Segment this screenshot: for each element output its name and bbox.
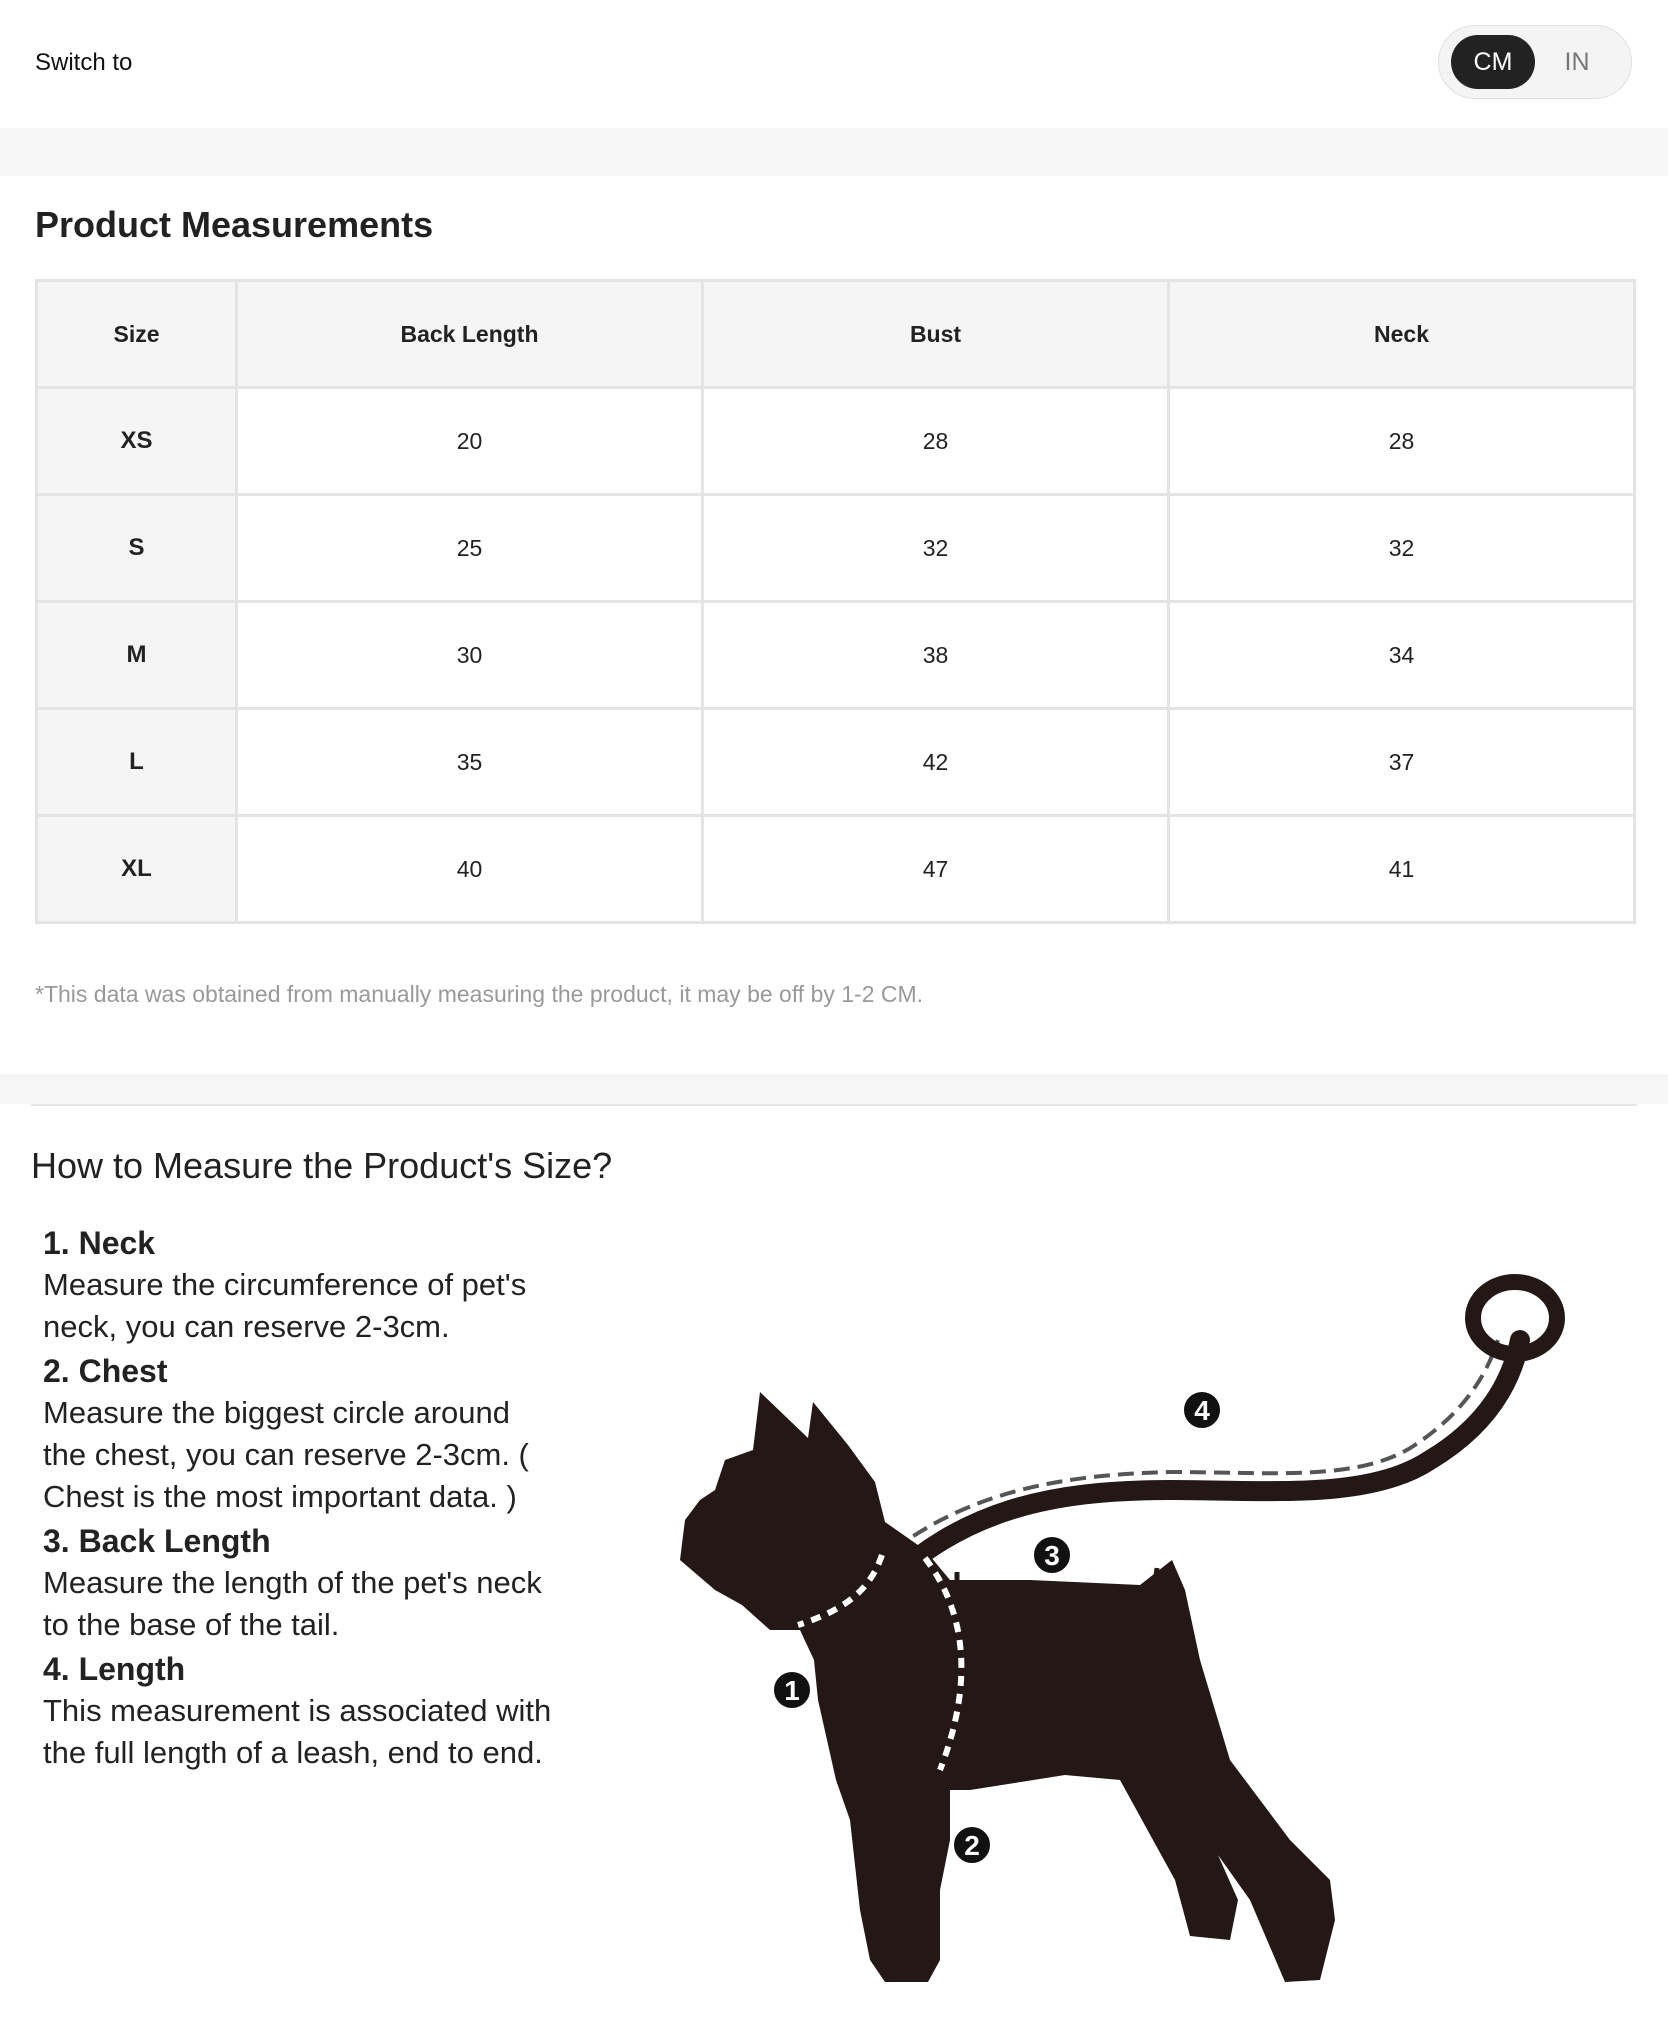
table-row: S 25 32 32 (35, 493, 1636, 603)
column-header-back-length: Back Length (235, 279, 704, 389)
step-line: Measure the circumference of pet's (43, 1267, 527, 1302)
step-line: the chest, you can reserve 2-3cm. ( (43, 1437, 529, 1472)
step-line: Measure the length of the pet's neck (43, 1565, 542, 1600)
switch-label: Switch to (35, 49, 133, 76)
marker-length-icon: 4 (1182, 1390, 1222, 1430)
measurements-table: Size Back Length Bust Neck XS 20 28 28 S… (35, 279, 1636, 924)
size-cell: XL (35, 814, 238, 924)
step-heading: 3. Back Length (43, 1523, 271, 1559)
table-row: L 35 42 37 (35, 707, 1636, 817)
step-length: 4. Length This measurement is associated… (43, 1648, 603, 1774)
product-measurements-title: Product Measurements (35, 204, 434, 245)
neck-cell: 41 (1167, 814, 1636, 924)
svg-text:1: 1 (784, 1675, 800, 1706)
section-separator (0, 128, 1668, 176)
size-cell: M (35, 600, 238, 710)
neck-cell: 37 (1167, 707, 1636, 817)
back-length-cell: 35 (235, 707, 704, 817)
step-description: Measure the length of the pet's neck to … (43, 1562, 603, 1646)
bust-cell: 32 (701, 493, 1170, 603)
back-length-cell: 30 (235, 600, 704, 710)
step-back-length: 3. Back Length Measure the length of the… (43, 1520, 603, 1646)
unit-option-in[interactable]: IN (1535, 35, 1619, 89)
leash-illustration (870, 1274, 1565, 1600)
neck-cell: 32 (1167, 493, 1636, 603)
table-row: M 30 38 34 (35, 600, 1636, 710)
step-line: neck, you can reserve 2-3cm. (43, 1309, 450, 1344)
divider (31, 1104, 1637, 1106)
step-line: Chest is the most important data. ) (43, 1479, 517, 1514)
step-description: Measure the biggest circle around the ch… (43, 1392, 603, 1518)
marker-back-length-icon: 3 (1032, 1535, 1072, 1575)
back-length-cell: 20 (235, 386, 704, 496)
measurement-note: *This data was obtained from manually me… (35, 981, 924, 1007)
step-description: This measurement is associated with the … (43, 1690, 603, 1774)
neck-cell: 34 (1167, 600, 1636, 710)
svg-text:3: 3 (1044, 1540, 1060, 1571)
step-heading: 1. Neck (43, 1225, 156, 1261)
table-row: XL 40 47 41 (35, 814, 1636, 924)
section-separator (0, 1074, 1668, 1104)
unit-option-cm[interactable]: CM (1451, 35, 1535, 89)
bust-cell: 42 (701, 707, 1170, 817)
step-line: to the base of the tail. (43, 1607, 340, 1642)
bust-cell: 47 (701, 814, 1170, 924)
how-to-measure-title: How to Measure the Product's Size? (31, 1145, 613, 1186)
table-header-row: Size Back Length Bust Neck (35, 279, 1636, 389)
marker-chest-icon: 2 (952, 1825, 992, 1865)
size-cell: L (35, 707, 238, 817)
column-header-size: Size (35, 279, 238, 389)
svg-text:4: 4 (1194, 1395, 1210, 1426)
neck-cell: 28 (1167, 386, 1636, 496)
step-line: Measure the biggest circle around (43, 1395, 510, 1430)
dog-measurement-diagram: 1 2 3 4 (680, 1274, 1565, 1982)
measure-steps: 1. Neck Measure the circumference of pet… (43, 1222, 603, 1776)
marker-neck-icon: 1 (772, 1670, 812, 1710)
bust-cell: 38 (701, 600, 1170, 710)
bust-cell: 28 (701, 386, 1170, 496)
table-row: XS 20 28 28 (35, 386, 1636, 496)
step-line: the full length of a leash, end to end. (43, 1735, 543, 1770)
unit-toggle[interactable]: CM IN (1438, 25, 1632, 99)
step-line: This measurement is associated with (43, 1693, 552, 1728)
column-header-bust: Bust (701, 279, 1170, 389)
size-cell: XS (35, 386, 238, 496)
back-length-cell: 40 (235, 814, 704, 924)
size-cell: S (35, 493, 238, 603)
column-header-neck: Neck (1167, 279, 1636, 389)
back-length-cell: 25 (235, 493, 704, 603)
step-chest: 2. Chest Measure the biggest circle arou… (43, 1350, 603, 1518)
svg-text:2: 2 (964, 1830, 980, 1861)
unit-switch-row: Switch to CM IN (0, 0, 1668, 128)
step-heading: 2. Chest (43, 1353, 168, 1389)
step-description: Measure the circumference of pet's neck,… (43, 1264, 603, 1348)
step-neck: 1. Neck Measure the circumference of pet… (43, 1222, 603, 1348)
step-heading: 4. Length (43, 1651, 186, 1687)
